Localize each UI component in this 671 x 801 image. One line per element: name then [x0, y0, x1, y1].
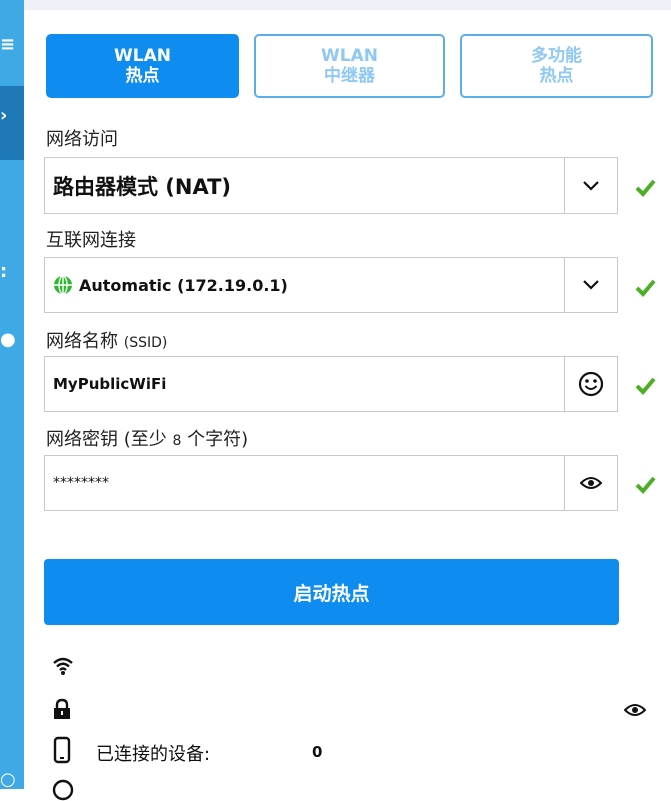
chevron-down-icon[interactable]: [564, 258, 617, 312]
network-access-label: 网络访问: [46, 129, 118, 150]
tab-line1: WLAN: [114, 46, 171, 66]
chevron-down-icon[interactable]: [564, 158, 617, 213]
internet-connection-select[interactable]: Automatic (172.19.0.1): [44, 257, 618, 313]
eye-icon[interactable]: [564, 456, 617, 510]
tab-wlan-repeater[interactable]: WLAN 中继器: [254, 34, 445, 98]
ssid-value[interactable]: MyPublicWiFi: [53, 357, 166, 411]
check-icon: [635, 179, 656, 197]
password-label-text: 网络密钥 (至少: [46, 429, 173, 450]
menu-icon[interactable]: ≡: [0, 35, 24, 55]
help-icon[interactable]: ○: [0, 770, 24, 790]
ssid-label-small: (SSID): [123, 335, 168, 351]
connected-devices-count: 0: [312, 743, 323, 761]
tab-line2: 热点: [539, 66, 574, 86]
sidebar: ≡ › : ● ○: [0, 0, 24, 790]
tab-multi-hotspot[interactable]: 多功能 热点: [460, 34, 653, 98]
sidebar-item-selected[interactable]: ›: [0, 86, 24, 160]
tab-wlan-hotspot[interactable]: WLAN 热点: [46, 34, 239, 98]
start-hotspot-button[interactable]: 启动热点: [44, 559, 619, 625]
check-icon: [635, 279, 656, 297]
password-label-end: 个字符): [181, 429, 249, 450]
password-label: 网络密钥 (至少 8 个字符): [46, 425, 248, 451]
settings-icon[interactable]: :: [0, 262, 24, 282]
password-input[interactable]: ********: [44, 455, 618, 511]
ssid-input[interactable]: MyPublicWiFi: [44, 356, 618, 412]
internet-connection-value: Automatic (172.19.0.1): [79, 275, 288, 295]
ssid-label: 网络名称 (SSID): [46, 327, 167, 353]
clock-icon: [52, 779, 74, 801]
wifi-icon: [53, 657, 73, 675]
check-icon: [635, 377, 656, 395]
chevron-icon: ›: [0, 105, 8, 126]
top-strip: [0, 0, 671, 10]
connected-devices-label: 已连接的设备:: [96, 744, 211, 765]
emoji-icon[interactable]: [564, 357, 617, 411]
phone-icon: [53, 736, 71, 764]
check-icon: [635, 476, 656, 494]
globe-icon: [54, 275, 72, 295]
tab-line2: 热点: [125, 66, 160, 86]
tab-line1: 多功能: [531, 46, 582, 66]
lock-icon: [54, 698, 70, 719]
ssid-label-text: 网络名称: [46, 331, 124, 352]
info-icon[interactable]: ●: [0, 330, 24, 350]
tab-line1: WLAN: [321, 46, 378, 66]
tab-line2: 中继器: [324, 66, 375, 86]
eye-icon[interactable]: [624, 703, 646, 717]
network-access-select[interactable]: 路由器模式 (NAT): [44, 157, 618, 214]
internet-connection-label: 互联网连接: [46, 230, 136, 251]
password-value[interactable]: ********: [53, 456, 109, 510]
network-access-value: 路由器模式 (NAT): [53, 174, 232, 199]
